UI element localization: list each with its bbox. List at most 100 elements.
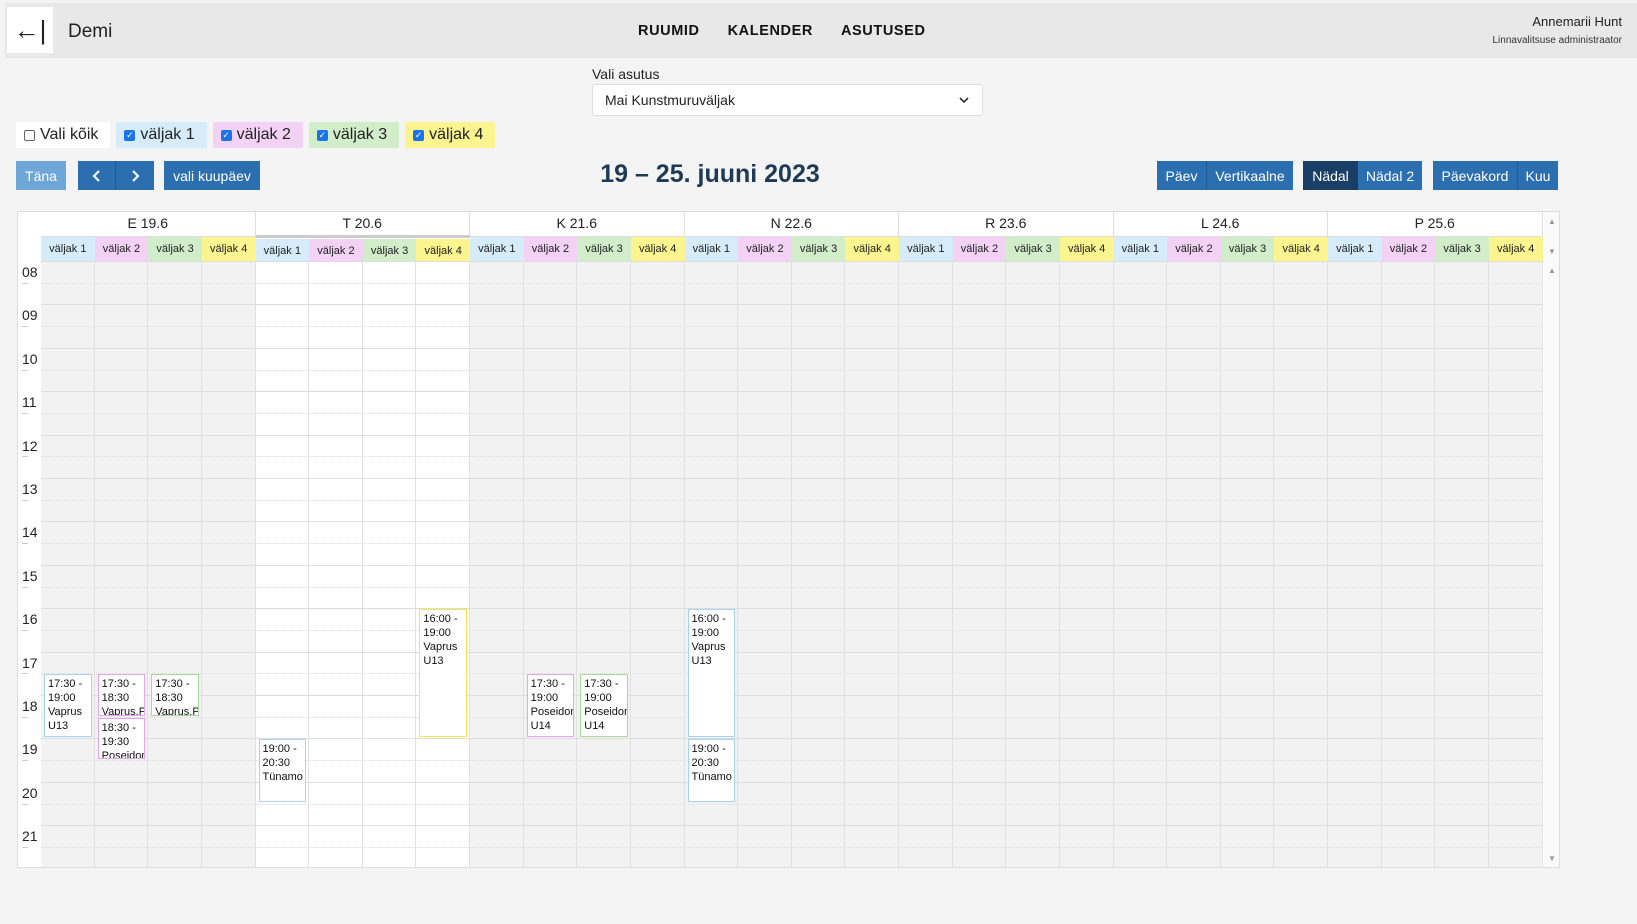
field-filters: Vali kõik ✓ väljak 1 ✓ väljak 2 ✓ väljak… [16, 122, 496, 148]
half-hour-line [41, 282, 1543, 284]
resource-header: väljak 3 [791, 237, 846, 261]
checkbox-checked-icon: ✓ [124, 129, 136, 141]
hour-tick [22, 803, 28, 805]
view-month-button[interactable]: Kuu [1518, 161, 1558, 190]
select-all-label: Vali kõik [40, 126, 99, 143]
hour-line [41, 564, 1543, 566]
day-header[interactable]: N 22.6 [684, 212, 899, 237]
day-header[interactable]: L 24.6 [1113, 212, 1328, 237]
hour-line [41, 478, 1543, 479]
day-header[interactable]: R 23.6 [899, 212, 1114, 237]
view-day-button[interactable]: Päev [1157, 161, 1207, 190]
scroll-up-icon[interactable]: ▲ [1548, 266, 1556, 275]
resource-header: väljak 1 [899, 237, 953, 261]
booking-event[interactable]: 19:00 - 20:30 Tünamo [687, 739, 736, 803]
institution-select[interactable]: Mai Kunstmuruväljak [592, 84, 983, 116]
hour-line [41, 825, 1543, 827]
half-hour-line [41, 586, 1543, 588]
hour-tick [22, 412, 28, 414]
hour-tick [22, 586, 28, 588]
resource-header: väljak 2 [523, 237, 578, 261]
view-vertical-button[interactable]: Vertikaalne [1207, 161, 1293, 190]
filter-field-3[interactable]: ✓ väljak 3 [308, 122, 400, 148]
resource-header: väljak 3 [1220, 237, 1275, 261]
resource-header: väljak 2 [952, 237, 1007, 261]
hour-tick [22, 716, 28, 718]
nav-rooms[interactable]: RUUMID [638, 23, 700, 39]
resource-header: väljak 3 [1435, 237, 1489, 261]
view-week-button[interactable]: Nädal [1303, 161, 1358, 190]
view-agenda-button[interactable]: Päevakord [1433, 161, 1518, 190]
filter-field-4[interactable]: ✓ väljak 4 [405, 122, 496, 148]
user-role: Linnavalitsuse administraator [1492, 35, 1622, 46]
resource-header: väljak 2 [738, 237, 792, 261]
hour-label: 10 [22, 350, 38, 367]
hour-label: 18 [22, 698, 38, 714]
back-button[interactable]: ←| [7, 7, 53, 53]
scroll-down-icon[interactable]: ▼ [1548, 854, 1556, 863]
booking-event[interactable]: 16:00 - 19:00 Vaprus U13 [687, 609, 736, 738]
booking-event[interactable]: 17:30 - 19:00 Poseidon U14 [526, 674, 575, 738]
app-name: Demi [68, 21, 113, 42]
resource-header: väljak 3 [148, 237, 202, 261]
user-info[interactable]: Annemarii Hunt Linnavalitsuse administra… [1492, 14, 1622, 46]
scroll-down-icon[interactable]: ▼ [1548, 247, 1556, 256]
half-hour-line [41, 846, 1543, 848]
hour-label: 11 [22, 394, 37, 411]
today-button[interactable]: Täna [16, 161, 66, 190]
resource-header: väljak 1 [255, 239, 310, 263]
hour-line [41, 391, 1543, 393]
booking-event[interactable]: 16:00 - 19:00 Vaprus U13 [419, 609, 467, 738]
checkbox-icon [24, 129, 35, 141]
hour-tick [22, 369, 28, 371]
booking-event[interactable]: 17:30 - 18:30 Vaprus.Po [151, 674, 199, 716]
hour-line [41, 608, 1543, 610]
booking-event[interactable]: 18:30 - 19:30 Poseidon [97, 717, 146, 760]
checkbox-checked-icon: ✓ [413, 129, 425, 141]
prev-button[interactable] [78, 161, 116, 190]
view-week2-button[interactable]: Nädal 2 [1358, 161, 1422, 190]
back-arrow-icon: ←| [13, 14, 47, 45]
hour-label: 20 [22, 784, 38, 801]
half-hour-line [41, 716, 1543, 718]
scroll-up-icon[interactable]: ▲ [1548, 217, 1556, 226]
nav-calendar[interactable]: KALENDER [728, 23, 813, 39]
next-button[interactable] [116, 161, 154, 190]
hour-tick [22, 282, 28, 284]
nav-institutions[interactable]: ASUTUSED [841, 23, 926, 39]
pick-date-button[interactable]: vali kuupäev [164, 161, 260, 190]
filter-label: väljak 2 [236, 126, 291, 143]
hour-label: 12 [22, 437, 38, 454]
half-hour-line [41, 456, 1543, 458]
half-hour-line [41, 543, 1543, 545]
filter-field-2[interactable]: ✓ väljak 2 [212, 122, 303, 148]
resource-header: väljak 4 [1274, 237, 1328, 261]
day-header[interactable]: E 19.6 [41, 212, 256, 237]
day-header[interactable]: T 20.6 [255, 212, 470, 237]
filter-label: väljak 1 [140, 126, 195, 143]
resource-header: väljak 4 [1059, 237, 1114, 261]
booking-event[interactable]: 17:30 - 19:00 Vaprus U13 [44, 674, 92, 738]
hour-label: 21 [22, 828, 38, 845]
resource-header: väljak 3 [1006, 237, 1060, 261]
resource-header: väljak 4 [201, 237, 256, 261]
booking-event[interactable]: 17:30 - 19:00 Poseidon U14 [580, 674, 628, 738]
select-all-checkbox[interactable]: Vali kõik [16, 122, 111, 148]
day-header[interactable]: P 25.6 [1328, 212, 1543, 237]
chevron-left-icon [92, 169, 100, 182]
booking-event[interactable]: 19:00 - 20:30 Tünamo [258, 739, 307, 803]
resource-header: väljak 4 [416, 239, 470, 263]
calendar-scrollbar[interactable]: ▲ ▲ ▼ ▼ [1544, 212, 1559, 867]
hour-tick [22, 673, 28, 675]
resource-header: väljak 4 [845, 237, 899, 261]
main-nav: RUUMID KALENDER ASUTUSED [638, 23, 926, 39]
resource-header: väljak 3 [362, 239, 417, 263]
hour-line [41, 434, 1543, 436]
hour-tick [22, 499, 28, 501]
filter-label: väljak 3 [332, 126, 388, 143]
filter-field-1[interactable]: ✓ väljak 1 [116, 122, 207, 148]
day-header[interactable]: K 21.6 [470, 212, 685, 237]
hour-label: 08 [22, 264, 38, 280]
booking-event[interactable]: 17:30 - 18:30 Vaprus.Po [97, 674, 146, 716]
resource-header: väljak 4 [1488, 237, 1543, 261]
